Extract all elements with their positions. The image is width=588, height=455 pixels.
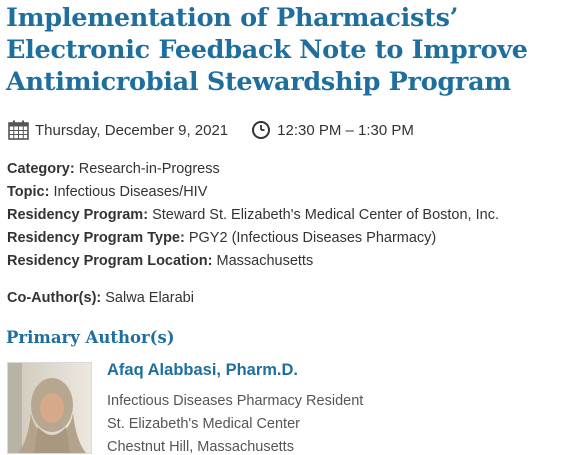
detail-residency-program-location: Residency Program Location: Massachusett… [7, 250, 499, 273]
author-location: Chestnut Hill, Massachusetts [107, 439, 294, 455]
event-meta: Thursday, December 9, 2021 12:30 PM – 1:… [7, 119, 414, 141]
detail-label: Category: [7, 161, 75, 177]
detail-label: Topic: [7, 184, 50, 200]
coauthor-label: Co-Author(s): [7, 290, 102, 306]
detail-category: Category: Research-in-Progress [7, 158, 499, 181]
detail-residency-program-type: Residency Program Type: PGY2 (Infectious… [7, 227, 499, 250]
calendar-icon [7, 119, 30, 141]
detail-value: PGY2 (Infectious Diseases Pharmacy) [188, 230, 437, 246]
coauthor-value: Salwa Elarabi [105, 290, 194, 306]
detail-label: Residency Program Type: [7, 230, 185, 246]
author-organization: St. Elizabeth's Medical Center [107, 416, 300, 432]
event-time: 12:30 PM – 1:30 PM [251, 120, 414, 140]
event-time-text: 12:30 PM – 1:30 PM [277, 121, 414, 139]
detail-value: Massachusetts [216, 253, 314, 269]
detail-value: Steward St. Elizabeth's Medical Center o… [152, 207, 499, 223]
primary-author-heading: Primary Author(s) [6, 328, 175, 347]
detail-label: Residency Program: [7, 207, 149, 223]
detail-value: Infectious Diseases/HIV [53, 184, 208, 200]
detail-label: Residency Program Location: [7, 253, 213, 269]
detail-topic: Topic: Infectious Diseases/HIV [7, 181, 499, 204]
page-title: Implementation of Pharmacists’ Electroni… [6, 3, 528, 97]
event-date: Thursday, December 9, 2021 [7, 119, 228, 141]
event-details: Category: Research-in-Progress Topic: In… [7, 158, 499, 273]
author-name-link[interactable]: Afaq Alabbasi, Pharm.D. [107, 361, 298, 380]
clock-icon [251, 120, 271, 140]
detail-residency-program: Residency Program: Steward St. Elizabeth… [7, 204, 499, 227]
event-date-text: Thursday, December 9, 2021 [35, 121, 229, 139]
author-role: Infectious Diseases Pharmacy Resident [107, 393, 364, 409]
author-photo [7, 362, 92, 454]
coauthors: Co-Author(s): Salwa Elarabi [7, 287, 194, 310]
detail-value: Research-in-Progress [78, 161, 220, 177]
